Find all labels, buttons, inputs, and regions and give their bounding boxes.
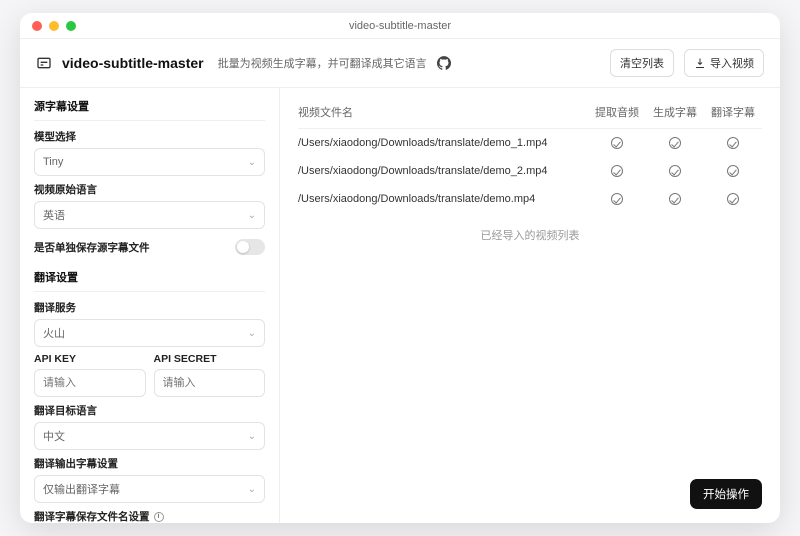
app-tagline: 批量为视频生成字幕，并可翻译成其它语言	[218, 55, 427, 71]
translate-group: 翻译设置 翻译服务 火山 ⌄ API KEY API SECRET	[34, 269, 265, 523]
col-generate-subtitle: 生成字幕	[646, 104, 704, 120]
filename-label-text: 翻译字幕保存文件名设置	[34, 509, 150, 523]
service-select[interactable]: 火山 ⌄	[34, 319, 265, 347]
table-row[interactable]: /Users/xiaodong/Downloads/translate/demo…	[298, 185, 762, 213]
translate-group-title: 翻译设置	[34, 269, 265, 292]
api-key-label: API KEY	[34, 353, 146, 365]
filename-label: 翻译字幕保存文件名设置 i	[34, 509, 265, 523]
app-window: video-subtitle-master video-subtitle-mas…	[20, 13, 780, 523]
api-secret-input[interactable]	[154, 369, 266, 397]
service-value: 火山	[43, 325, 65, 341]
header: video-subtitle-master 批量为视频生成字幕，并可翻译成其它语…	[20, 39, 780, 88]
col-translate-subtitle: 翻译字幕	[704, 104, 762, 120]
orig-lang-label: 视频原始语言	[34, 182, 265, 197]
status-translate	[704, 165, 762, 177]
status-translate	[704, 137, 762, 149]
titlebar: video-subtitle-master	[20, 13, 780, 39]
close-icon[interactable]	[32, 21, 42, 31]
clear-list-button[interactable]: 清空列表	[610, 49, 674, 77]
api-secret-label: API SECRET	[154, 353, 266, 365]
file-name: /Users/xiaodong/Downloads/translate/demo…	[298, 165, 588, 177]
chevron-down-icon: ⌄	[248, 210, 256, 221]
import-icon	[694, 57, 706, 69]
chevron-down-icon: ⌄	[248, 328, 256, 339]
api-key-input[interactable]	[34, 369, 146, 397]
col-filename: 视频文件名	[298, 104, 588, 120]
minimize-icon[interactable]	[49, 21, 59, 31]
status-audio	[588, 137, 646, 149]
content: 源字幕设置 模型选择 Tiny ⌄ 视频原始语言 英语 ⌄ 是否单独保存源字幕文…	[20, 88, 780, 523]
output-mode-label: 翻译输出字幕设置	[34, 456, 265, 471]
status-subtitle	[646, 193, 704, 205]
app-logo-icon	[36, 55, 52, 71]
target-lang-value: 中文	[43, 428, 65, 444]
start-button-label: 开始操作	[703, 489, 749, 501]
output-mode-value: 仅输出翻译字幕	[43, 481, 120, 497]
github-icon[interactable]	[437, 56, 451, 70]
table-header: 视频文件名 提取音频 生成字幕 翻译字幕	[298, 100, 762, 129]
import-video-button[interactable]: 导入视频	[684, 49, 764, 77]
check-icon	[611, 165, 623, 177]
window-title: video-subtitle-master	[20, 20, 780, 32]
service-label: 翻译服务	[34, 300, 265, 315]
sidebar: 源字幕设置 模型选择 Tiny ⌄ 视频原始语言 英语 ⌄ 是否单独保存源字幕文…	[20, 88, 280, 523]
check-icon	[727, 193, 739, 205]
import-video-label: 导入视频	[710, 55, 754, 71]
table-row[interactable]: /Users/xiaodong/Downloads/translate/demo…	[298, 129, 762, 157]
fullscreen-icon[interactable]	[66, 21, 76, 31]
info-icon[interactable]: i	[154, 512, 164, 522]
status-audio	[588, 193, 646, 205]
check-icon	[611, 137, 623, 149]
col-extract-audio: 提取音频	[588, 104, 646, 120]
status-subtitle	[646, 165, 704, 177]
check-icon	[669, 137, 681, 149]
output-mode-select[interactable]: 仅输出翻译字幕 ⌄	[34, 475, 265, 503]
model-label: 模型选择	[34, 129, 265, 144]
check-icon	[669, 165, 681, 177]
app-title: video-subtitle-master	[62, 55, 204, 71]
check-icon	[611, 193, 623, 205]
chevron-down-icon: ⌄	[248, 484, 256, 495]
check-icon	[727, 165, 739, 177]
target-lang-select[interactable]: 中文 ⌄	[34, 422, 265, 450]
check-icon	[727, 137, 739, 149]
source-subtitle-group: 源字幕设置 模型选择 Tiny ⌄ 视频原始语言 英语 ⌄ 是否单独保存源字幕文…	[34, 98, 265, 255]
model-select[interactable]: Tiny ⌄	[34, 148, 265, 176]
table-row[interactable]: /Users/xiaodong/Downloads/translate/demo…	[298, 157, 762, 185]
orig-lang-select[interactable]: 英语 ⌄	[34, 201, 265, 229]
status-translate	[704, 193, 762, 205]
source-group-title: 源字幕设置	[34, 98, 265, 121]
status-subtitle	[646, 137, 704, 149]
check-icon	[669, 193, 681, 205]
model-value: Tiny	[43, 156, 63, 168]
main-panel: 视频文件名 提取音频 生成字幕 翻译字幕 /Users/xiaodong/Dow…	[280, 88, 780, 523]
clear-list-label: 清空列表	[620, 55, 664, 71]
save-source-row: 是否单独保存源字幕文件	[34, 239, 265, 255]
orig-lang-value: 英语	[43, 207, 65, 223]
chevron-down-icon: ⌄	[248, 157, 256, 168]
file-name: /Users/xiaodong/Downloads/translate/demo…	[298, 137, 588, 149]
file-name: /Users/xiaodong/Downloads/translate/demo…	[298, 193, 588, 205]
table-footer-message: 已经导入的视频列表	[298, 227, 762, 243]
status-audio	[588, 165, 646, 177]
save-source-toggle[interactable]	[235, 239, 265, 255]
start-button[interactable]: 开始操作	[690, 479, 762, 509]
chevron-down-icon: ⌄	[248, 431, 256, 442]
target-lang-label: 翻译目标语言	[34, 403, 265, 418]
traffic-lights	[32, 21, 76, 31]
save-source-label: 是否单独保存源字幕文件	[34, 240, 150, 255]
